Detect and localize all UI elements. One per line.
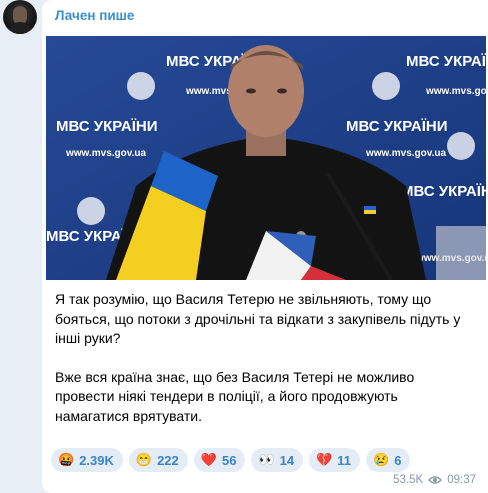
reaction-angry[interactable]: 🤬 2.39K [51,448,123,472]
reaction-grinning[interactable]: 😁 222 [128,448,188,472]
post-text: Я так розумію, що Василя Тетерю не звіль… [55,290,475,445]
reaction-broken-heart[interactable]: 💔 11 [309,448,361,472]
crying-face-icon: 😢 [373,452,390,467]
views-count: 53.5K [393,474,424,486]
grinning-face-icon: 😁 [135,452,153,467]
post-photo[interactable]: МВС УКРАЇНИ МВС УКРАЇНИ www.mvs.gov.ua www.… [46,36,486,280]
post-paragraph-1: Я так розумію, що Василя Тетерю не звіль… [55,291,461,346]
backdrop-site-text: www.mvs.gov.ua [365,148,446,159]
red-heart-icon: ❤️ [200,452,217,467]
reaction-crying[interactable]: 😢 6 [366,448,411,472]
reaction-heart[interactable]: ❤️ 56 [193,448,246,472]
broken-heart-icon: 💔 [316,452,333,467]
channel-name[interactable]: Лачен пише [55,8,134,23]
message-meta: 53.5K 09:37 [393,474,476,486]
channel-avatar[interactable] [3,0,37,34]
reactions-bar: 🤬 2.39K 😁 222 ❤️ 56 👀 14 💔 11 😢 6 [51,448,411,472]
reaction-count: 222 [157,452,179,468]
reaction-eyes[interactable]: 👀 14 [251,448,304,472]
photo-illustration: МВС УКРАЇНИ МВС УКРАЇНИ www.mvs.gov.ua www.… [46,36,486,280]
avatar-shoulders [7,22,33,34]
angry-face-icon: 🤬 [58,452,75,467]
backdrop-brand-text: МВС УКРАЇНИ [56,118,158,135]
eye-icon [428,476,443,484]
message-bubble: Лачен пише МВС УКРАЇНИ МВС УКРАЇНИ www.mvs… [42,0,488,493]
backdrop-site-text: www.mvs.gov.ua [425,86,486,97]
reaction-count: 14 [279,452,295,468]
backdrop-site-text: www.mvs.gov.ua [65,148,146,159]
eyes-icon: 👀 [258,452,275,467]
reaction-count: 56 [221,452,237,468]
reaction-count: 6 [394,452,402,468]
backdrop-brand-text: МВС УКРАЇНИ [346,118,448,135]
reaction-count: 11 [337,452,352,468]
backdrop-brand-text: МВС УКРАЇНИ [401,183,486,200]
reaction-count: 2.39K [79,452,114,468]
post-paragraph-2: Вже вся країна знає, що без Василя Тетер… [55,368,415,424]
message-time: 09:37 [447,474,476,486]
backdrop-brand-text: МВС УКРАЇНИ [406,53,486,70]
